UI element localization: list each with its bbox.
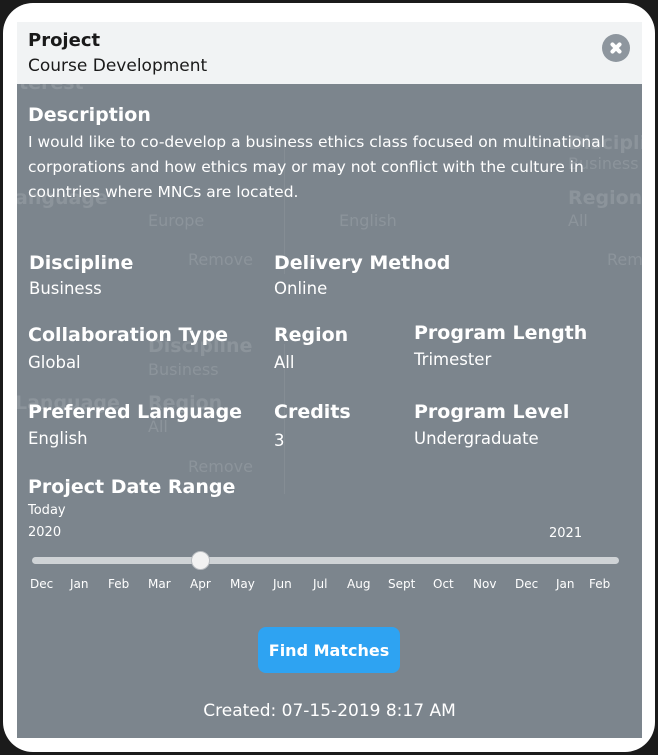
ghost-text: Remove: [188, 457, 253, 476]
month-tick: Sept: [388, 577, 416, 591]
credits-label: Credits: [274, 401, 351, 423]
collaboration-type-value: Global: [28, 353, 81, 372]
close-icon[interactable]: [602, 34, 630, 62]
month-tick: Oct: [433, 577, 454, 591]
modal-title: Project: [28, 30, 101, 51]
ghost-text: Business: [148, 360, 219, 379]
month-tick: Dec: [515, 577, 539, 591]
find-matches-button[interactable]: Find Matches: [258, 627, 400, 673]
collaboration-type-label: Collaboration Type: [28, 324, 229, 346]
month-tick: Jan: [556, 577, 575, 591]
date-range-slider-track[interactable]: [32, 557, 619, 564]
description-text: I would like to co-develop a business et…: [28, 133, 605, 201]
year-start-label: 2020: [28, 525, 62, 540]
month-tick: May: [230, 577, 255, 591]
month-tick: Jan: [70, 577, 89, 591]
ghost-text: Remove: [188, 250, 253, 269]
ghost-text: English: [339, 211, 397, 230]
month-tick: Jul: [313, 577, 328, 591]
credits-value: 3: [274, 431, 285, 450]
modal-subtitle: Course Development: [28, 56, 208, 76]
date-range-label: Project Date Range: [28, 476, 236, 498]
month-tick: Feb: [589, 577, 611, 591]
discipline-label: Discipline: [29, 252, 134, 274]
discipline-value: Business: [29, 279, 102, 298]
program-level-value: Undergraduate: [414, 429, 539, 448]
program-length-label: Program Length: [414, 322, 588, 344]
date-range-slider-handle[interactable]: [191, 551, 210, 570]
program-level-label: Program Level: [414, 401, 570, 423]
month-tick: Dec: [30, 577, 54, 591]
month-tick: Feb: [108, 577, 130, 591]
delivery-method-label: Delivery Method: [274, 252, 451, 274]
description-heading: Description: [28, 104, 151, 126]
month-tick: Mar: [148, 577, 171, 591]
created-timestamp: Created: 07-15-2019 8:17 AM: [203, 701, 456, 721]
ghost-text: Europe: [148, 211, 205, 230]
ghost-text: All: [568, 211, 588, 230]
month-tick: Jun: [273, 577, 292, 591]
region-value: All: [274, 353, 295, 372]
today-label: Today: [28, 503, 66, 518]
preferred-language-value: English: [28, 429, 88, 448]
preferred-language-label: Preferred Language: [28, 401, 243, 423]
delivery-method-value: Online: [274, 279, 328, 298]
modal-header: Project Course Development: [17, 22, 642, 84]
region-label: Region: [274, 324, 349, 346]
month-tick: Nov: [473, 577, 497, 591]
ghost-text: Remo: [607, 250, 642, 269]
program-length-value: Trimester: [414, 350, 492, 369]
month-tick: Apr: [190, 577, 211, 591]
modal-body: terest Discipli Business anguage Region …: [17, 84, 642, 738]
year-end-label: 2021: [549, 526, 583, 541]
month-tick: Aug: [347, 577, 371, 591]
ghost-text: terest: [19, 84, 84, 94]
